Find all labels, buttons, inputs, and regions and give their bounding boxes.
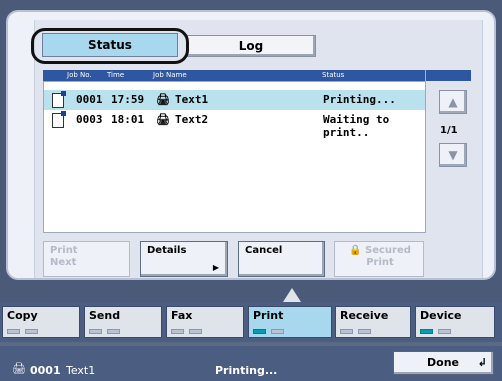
mode-copy-button[interactable]: Copy [2,306,80,338]
print-next-label-line2: Next [50,257,77,268]
details-button[interactable]: Details ▶ [140,241,228,277]
row-status: Printing... [323,93,396,106]
row-job-name: Text1 [175,93,209,106]
mode-receive-label: Receive [340,309,389,322]
active-mode-pointer [283,288,301,302]
mode-indicator [189,329,202,334]
document-icon [52,91,66,108]
header-status: Status [322,71,345,79]
table-row[interactable]: 0003 18:01 🖨 Text2 Waiting to print.. [44,110,425,139]
mode-indicator [358,329,371,334]
mode-indicator [420,329,433,334]
mode-receive-button[interactable]: Receive [335,306,411,338]
statusbar-state: Printing... [215,364,278,377]
status-tab-highlight [31,28,189,64]
return-icon: ↲ [477,356,487,369]
lock-icon: 🔒 [349,245,362,256]
statusbar-job-name: Text1 [66,364,96,377]
table-row[interactable]: 0001 17:59 🖨 Text1 Printing... [44,90,425,110]
mode-fax-label: Fax [171,309,193,322]
mode-send-label: Send [89,309,121,322]
up-arrow-icon: ▲ [448,95,458,109]
row-status: Waiting to print.. [323,113,390,139]
mode-device-label: Device [420,309,462,322]
scroll-down-button[interactable]: ▼ [439,143,467,167]
header-job-no: Job No. [67,71,92,79]
scroll-up-button[interactable]: ▲ [439,90,467,114]
job-table-header: Job No. Time Job Name Status [43,70,471,81]
printer-icon: 🖨 [12,362,26,375]
cancel-label: Cancel [245,245,283,256]
mode-device-button[interactable]: Device [415,306,495,338]
chevron-right-icon: ▶ [212,263,219,272]
mode-print-label: Print [253,309,284,322]
printer-icon: 🖨 [156,113,170,126]
secured-label-line1: Secured [365,245,411,256]
done-label: Done [427,356,459,369]
secured-print-button[interactable]: 🔒 Secured Print [334,241,424,277]
details-label: Details [147,245,187,256]
mode-indicator [271,329,284,334]
tab-log[interactable]: Log [186,35,316,57]
page-indicator: 1/1 [440,125,458,136]
secured-label-line2: Print [366,257,394,268]
header-job-name: Job Name [153,71,187,79]
printer-icon: 🖨 [156,93,170,106]
mode-copy-label: Copy [7,309,38,322]
cancel-button[interactable]: Cancel [238,241,325,277]
header-divider [425,70,426,81]
row-time: 17:59 [111,93,145,106]
mode-send-button[interactable]: Send [84,306,162,338]
document-icon [52,111,66,128]
header-time: Time [107,71,125,79]
mode-indicator [171,329,184,334]
print-next-label-line1: Print [50,245,78,256]
mode-indicator [340,329,353,334]
mode-print-button[interactable]: Print [248,306,332,338]
mode-fax-button[interactable]: Fax [166,306,244,338]
row-job-name: Text2 [175,113,209,126]
row-job-no: 0001 [76,93,103,106]
mode-indicator [438,329,451,334]
mode-indicator [107,329,120,334]
statusbar-job-no: 0001 [30,364,61,377]
print-next-button[interactable]: Print Next [43,241,130,277]
mode-indicator [7,329,20,334]
down-arrow-icon: ▼ [448,148,458,162]
mode-indicator [253,329,266,334]
done-button[interactable]: Done ↲ [393,351,494,375]
row-job-no: 0003 [76,113,103,126]
mode-indicator [89,329,102,334]
mode-indicator [25,329,38,334]
row-time: 18:01 [111,113,145,126]
